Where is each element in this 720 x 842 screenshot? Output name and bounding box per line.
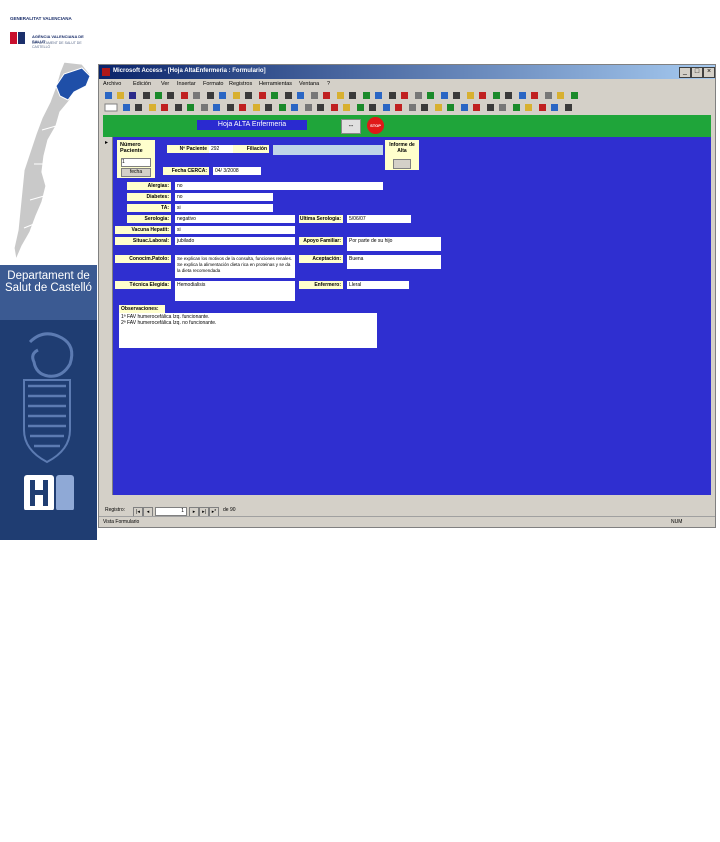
menu-item-ver[interactable]: Ver — [161, 81, 169, 87]
status-bar: Vista Formulario NUM — [99, 516, 715, 527]
record-total: de 90 — [223, 507, 236, 513]
record-selector[interactable]: ▸ — [103, 137, 113, 495]
filiacion-field[interactable] — [273, 145, 383, 155]
informe-button[interactable] — [393, 159, 411, 169]
conocimiento-label: Conocim.Patolo: — [115, 255, 171, 263]
fecha-button[interactable]: fecha — [121, 168, 151, 177]
window-title: Microsoft Access - [Hoja AltaEnfermeria … — [113, 68, 266, 74]
serologia-field[interactable]: negativo — [175, 215, 295, 223]
menu-item-formato[interactable]: Formato — [203, 81, 223, 87]
apoyo-familiar-label: Apoyo Familiar: — [299, 237, 343, 245]
filiacion-label: Filiación — [233, 145, 269, 153]
ta-label: TA: — [127, 204, 171, 212]
menu-item-ventana[interactable]: Ventana — [299, 81, 319, 87]
hpaciente-label: Nº Paciente — [167, 145, 209, 153]
aceptacion-label: Aceptación: — [299, 255, 343, 263]
maximize-button[interactable]: □ — [691, 67, 703, 78]
status-text: Vista Formulario — [103, 519, 140, 525]
menu-item-edicion[interactable]: Edición — [133, 81, 151, 87]
toolbar-standard — [103, 90, 711, 102]
form-title: Hoja ALTA Enfermeria — [197, 120, 307, 130]
org-line-3: DEPARTAMENT DE SALUT DE CASTELLÓ — [32, 41, 82, 49]
vacuna-label: Vacuna Hepatit: — [115, 226, 171, 234]
vacuna-field[interactable]: si — [175, 226, 295, 234]
department-banner: Departament de Salut de Castelló — [0, 265, 97, 320]
tecnica-field[interactable]: Hemodialisis — [175, 281, 295, 301]
ta-field[interactable]: si — [175, 204, 273, 212]
registro-label: Registro: — [105, 507, 126, 513]
menu-item-registros[interactable]: Registros — [229, 81, 252, 87]
observaciones-field[interactable]: 1ª FAV humerocefálica Izq. funcionante. … — [119, 313, 377, 348]
access-key-icon — [102, 68, 110, 76]
org-line-1: GENERALITAT VALENCIANA — [10, 16, 72, 21]
branding-sidebar: GENERALITAT VALENCIANA AGÈNCIA VALENCIAN… — [0, 0, 97, 842]
observaciones-label: Observaciones: — [119, 305, 165, 313]
minus-button[interactable]: -- — [341, 119, 361, 134]
apoyo-familiar-field[interactable]: Por parte de su hijo — [347, 237, 441, 251]
situacion-laboral-field[interactable]: jubilado — [175, 237, 295, 245]
generalitat-logo: GENERALITAT VALENCIANA AGÈNCIA VALENCIAN… — [2, 14, 96, 54]
enfermero-field[interactable]: Lleral — [347, 281, 409, 289]
toolbar-formatting — [103, 102, 711, 114]
num-lock-indicator: NUM — [671, 519, 683, 525]
agency-logo-icon — [10, 32, 25, 44]
patient-number-box: Número Paciente 1 fecha — [117, 140, 155, 178]
vertical-scrollbar[interactable] — [711, 115, 715, 495]
informe-label: Informe de Alta — [389, 142, 415, 154]
ultima-serologia-field[interactable]: 5/06/07 — [347, 215, 411, 223]
window-titlebar: Microsoft Access - [Hoja AltaEnfermeria … — [99, 65, 715, 79]
patient-number-label: Número Paciente — [120, 142, 143, 154]
serologia-label: Serologia: — [127, 215, 171, 223]
menu-bar: Archivo Edición Ver Insertar Formato Reg… — [99, 79, 715, 90]
stop-button[interactable]: STOP — [367, 117, 384, 134]
form-body: ▸ Número Paciente 1 fecha Nº Paciente 29… — [103, 137, 711, 495]
fecha-cerca-field[interactable]: 04/ 3/2008 — [213, 167, 261, 175]
fecha-cerca-label: Fecha CERCA: — [163, 167, 209, 175]
diabetes-field[interactable]: no — [175, 193, 273, 201]
menu-item-archivo[interactable]: Archivo — [103, 81, 121, 87]
toolbar-standard-icons[interactable] — [103, 90, 711, 102]
current-record-field[interactable]: 1 — [155, 507, 187, 516]
diabetes-label: Diabetes: — [127, 193, 171, 201]
hospital-label: HOSPITAL PROVINCIAL DE CASTELLÓ — [4, 837, 84, 842]
valencia-map-icon — [13, 61, 91, 263]
toolbar-formatting-icons[interactable] — [103, 102, 711, 114]
department-name: Departament de Salut de Castelló — [5, 270, 92, 294]
access-window: Microsoft Access - [Hoja AltaEnfermeria … — [98, 64, 716, 528]
ultima-serologia-label: Ultima Serologia: — [299, 215, 343, 223]
aceptacion-field[interactable]: Buena — [347, 255, 441, 269]
record-arrow-icon: ▸ — [105, 140, 109, 146]
tecnica-label: Técnica Elegida: — [115, 281, 171, 289]
situacion-laboral-label: Situac.Laboral: — [115, 237, 171, 245]
alergias-label: Alergias: — [127, 182, 171, 190]
patient-number-field[interactable]: 1 — [121, 158, 151, 167]
record-navigation: Registro: |◂ ◂ 1 ▸ ▸| ▸* de 90 — [103, 506, 711, 517]
heraldic-crest-icon — [23, 332, 74, 511]
crest-panel: HOSPITAL PROVINCIAL DE CASTELLÓ — [0, 320, 97, 842]
alergias-field[interactable]: no — [175, 182, 383, 190]
form-header: Hoja ALTA Enfermeria -- STOP — [103, 115, 711, 137]
minimize-button[interactable]: _ — [679, 67, 691, 78]
menu-item-insertar[interactable]: Insertar — [177, 81, 196, 87]
menu-item-herramientas[interactable]: Herramientas — [259, 81, 292, 87]
conocimiento-field[interactable]: Se explican los motivos de la consulta, … — [175, 255, 295, 278]
close-button[interactable]: × — [703, 67, 715, 78]
enfermero-label: Enfermero: — [299, 281, 343, 289]
informe-box: Informe de Alta — [385, 140, 419, 170]
menu-item-ayuda[interactable]: ? — [327, 81, 330, 87]
